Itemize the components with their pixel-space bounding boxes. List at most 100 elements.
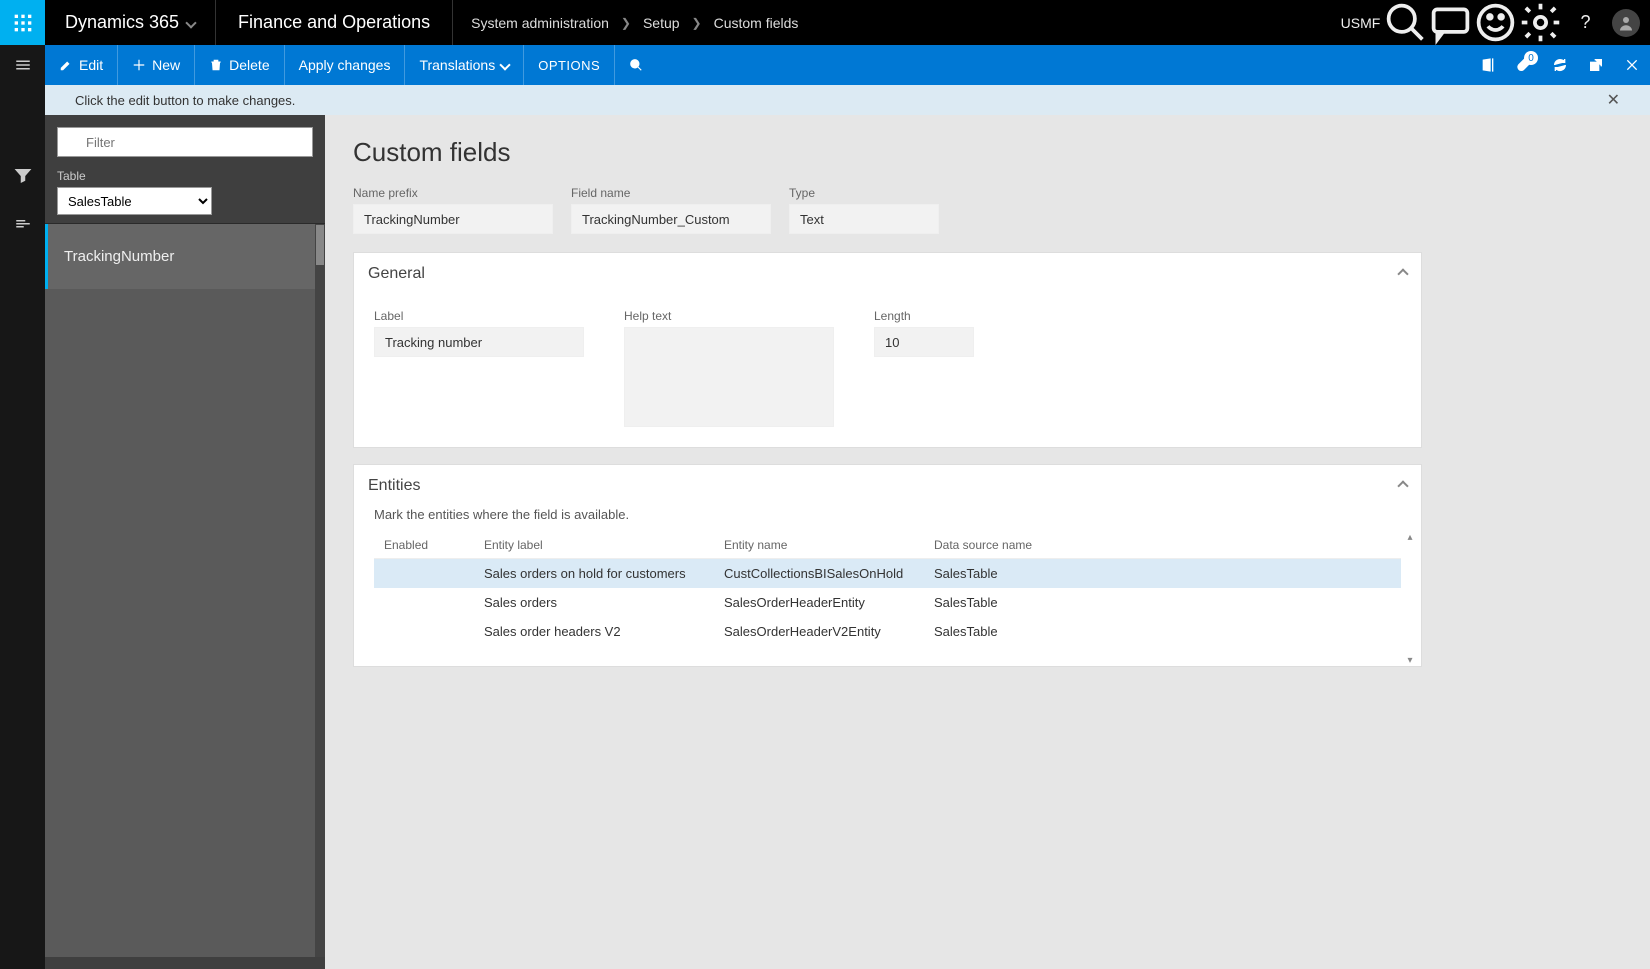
- name-prefix-value[interactable]: TrackingNumber: [353, 204, 553, 234]
- delete-button[interactable]: Delete: [195, 45, 284, 85]
- apply-changes-button[interactable]: Apply changes: [285, 45, 406, 85]
- chevron-right-icon: ❯: [692, 16, 702, 30]
- length-value[interactable]: 10: [874, 327, 974, 357]
- main-content: Custom fields Name prefix TrackingNumber…: [325, 115, 1650, 969]
- chat-icon: [1428, 0, 1473, 45]
- hamburger-button[interactable]: [0, 45, 45, 85]
- chevron-down-icon: [500, 59, 511, 70]
- cell-entity-label: Sales orders: [474, 588, 714, 617]
- cell-enabled[interactable]: [374, 588, 474, 617]
- length-label: Length: [874, 309, 974, 323]
- col-entity-name[interactable]: Entity name: [714, 532, 924, 559]
- info-strip: Click the edit button to make changes. ✕: [45, 85, 1650, 115]
- record-list-item[interactable]: TrackingNumber: [45, 224, 325, 289]
- page-title: Custom fields: [353, 137, 1422, 168]
- info-close-button[interactable]: ✕: [1607, 90, 1620, 110]
- hamburger-icon: [14, 56, 32, 74]
- translations-button[interactable]: Translations: [405, 45, 524, 85]
- attachments-badge: 0: [1524, 51, 1538, 65]
- table-select[interactable]: SalesTable: [57, 187, 212, 215]
- attachments-button[interactable]: 0: [1506, 45, 1542, 85]
- type-label: Type: [789, 186, 939, 200]
- col-entity-label[interactable]: Entity label: [474, 532, 714, 559]
- office-button[interactable]: [1470, 45, 1506, 85]
- cell-entity-name: SalesOrderHeaderEntity: [714, 588, 924, 617]
- refresh-icon: [1552, 57, 1568, 73]
- table-row[interactable]: Sales ordersSalesOrderHeaderEntitySalesT…: [374, 588, 1401, 617]
- cell-enabled[interactable]: [374, 617, 474, 646]
- breadcrumb-item[interactable]: System administration: [471, 15, 609, 31]
- label-value[interactable]: Tracking number: [374, 327, 584, 357]
- top-bar: Dynamics 365 Finance and Operations Syst…: [0, 0, 1650, 45]
- table-row[interactable]: Sales orders on hold for customersCustCo…: [374, 559, 1401, 589]
- cell-entity-name: CustCollectionsBISalesOnHold: [714, 559, 924, 589]
- entities-note: Mark the entities where the field is ava…: [354, 507, 1421, 532]
- brand-dropdown[interactable]: Dynamics 365: [45, 0, 216, 45]
- general-header[interactable]: General: [354, 253, 1421, 295]
- table-header-row: Enabled Entity label Entity name Data so…: [374, 532, 1401, 559]
- table-label: Table: [57, 169, 313, 183]
- apply-label: Apply changes: [299, 57, 391, 73]
- help-button[interactable]: ?: [1563, 0, 1608, 45]
- feedback-button[interactable]: [1473, 0, 1518, 45]
- breadcrumb-item[interactable]: Custom fields: [714, 15, 799, 31]
- label-field: Label Tracking number: [374, 309, 584, 427]
- general-body: Label Tracking number Help text Length 1…: [354, 295, 1421, 447]
- search-icon: [629, 58, 643, 72]
- settings-button[interactable]: [1518, 0, 1563, 45]
- close-button[interactable]: [1614, 45, 1650, 85]
- cell-entity-label: Sales orders on hold for customers: [474, 559, 714, 589]
- help-icon: ?: [1580, 12, 1590, 33]
- refresh-button[interactable]: [1542, 45, 1578, 85]
- lines-icon: [14, 214, 32, 232]
- delete-label: Delete: [229, 57, 269, 73]
- legal-entity[interactable]: USMF: [1338, 0, 1383, 45]
- entities-card: Entities Mark the entities where the fie…: [353, 464, 1422, 667]
- type-value[interactable]: Text: [789, 204, 939, 234]
- find-button[interactable]: [615, 45, 657, 85]
- entities-header[interactable]: Entities: [354, 465, 1421, 507]
- options-button[interactable]: OPTIONS: [524, 45, 615, 85]
- edit-label: Edit: [79, 57, 103, 73]
- search-button[interactable]: [1383, 0, 1428, 45]
- action-bar-left: Edit New Delete Apply changes Translatio…: [45, 45, 657, 85]
- app-launcher[interactable]: [0, 0, 45, 45]
- cell-enabled[interactable]: [374, 559, 474, 589]
- pencil-icon: [59, 58, 73, 72]
- popout-icon: [1588, 57, 1604, 73]
- messages-button[interactable]: [1428, 0, 1473, 45]
- record-list-label: TrackingNumber: [64, 248, 174, 265]
- help-text-field: Help text: [624, 309, 834, 427]
- col-enabled[interactable]: Enabled: [374, 532, 474, 559]
- scroll-up-icon[interactable]: ▴: [1407, 532, 1412, 543]
- new-button[interactable]: New: [118, 45, 195, 85]
- gear-icon: [1518, 0, 1563, 45]
- field-name-field: Field name TrackingNumber_Custom: [571, 186, 771, 234]
- chevron-up-icon: [1397, 480, 1408, 491]
- user-avatar[interactable]: [1612, 9, 1640, 37]
- module-label: Finance and Operations: [216, 0, 453, 45]
- search-icon: [1383, 0, 1428, 45]
- info-text: Click the edit button to make changes.: [75, 93, 295, 108]
- navigation-list-panel: 🔍 Table SalesTable TrackingNumber: [45, 115, 325, 969]
- length-field: Length 10: [874, 309, 974, 427]
- related-info-button[interactable]: [0, 203, 45, 243]
- list-scrollbar[interactable]: [315, 224, 325, 957]
- chevron-right-icon: ❯: [621, 16, 631, 30]
- cell-data-source: SalesTable: [924, 617, 1401, 646]
- popout-button[interactable]: [1578, 45, 1614, 85]
- waffle-icon: [13, 13, 33, 33]
- entities-scrollbar[interactable]: ▴ ▾: [1403, 532, 1417, 666]
- filter-input[interactable]: [57, 127, 313, 157]
- col-data-source[interactable]: Data source name: [924, 532, 1401, 559]
- filter-pane-button[interactable]: [0, 155, 45, 195]
- scroll-down-icon[interactable]: ▾: [1407, 655, 1412, 666]
- name-prefix-field: Name prefix TrackingNumber: [353, 186, 553, 234]
- edit-button[interactable]: Edit: [45, 45, 118, 85]
- breadcrumb-item[interactable]: Setup: [643, 15, 680, 31]
- help-text-value[interactable]: [624, 327, 834, 427]
- funnel-icon: [14, 166, 32, 184]
- table-row[interactable]: Sales order headers V2SalesOrderHeaderV2…: [374, 617, 1401, 646]
- field-name-value[interactable]: TrackingNumber_Custom: [571, 204, 771, 234]
- label-label: Label: [374, 309, 584, 323]
